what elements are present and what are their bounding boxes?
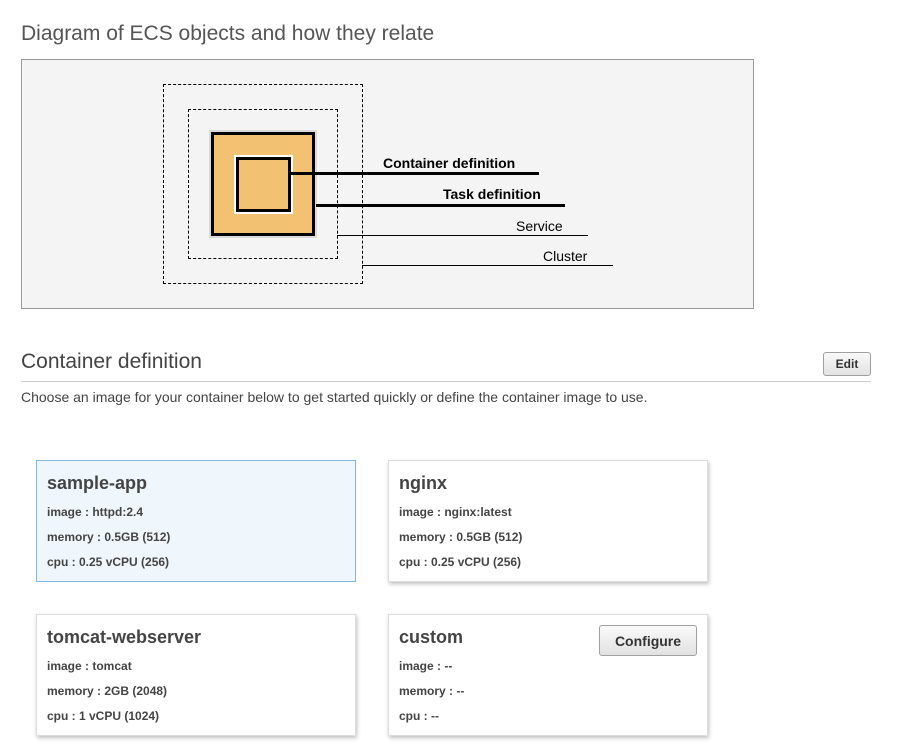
card-image: image : -- [399, 659, 453, 673]
card-title: sample-app [47, 473, 148, 493]
card-cpu: cpu : 0.25 vCPU (256) [399, 555, 522, 569]
section-heading: Container definition [21, 350, 202, 373]
container-definition-box [236, 157, 291, 212]
card-title: tomcat-webserver [47, 627, 202, 647]
card-nginx[interactable]: nginx image : nginx:latest memory : 0.5G… [388, 460, 708, 582]
card-image: image : tomcat [47, 659, 132, 673]
card-tomcat-webserver[interactable]: tomcat-webserver image : tomcat memory :… [36, 614, 356, 736]
container-definition-label: Container definition [383, 155, 516, 171]
card-custom[interactable]: custom Configure image : -- memory : -- … [388, 614, 708, 736]
cluster-line [362, 265, 613, 266]
ecs-diagram: Container definition Task definition Ser… [21, 59, 754, 309]
service-line [337, 235, 588, 236]
service-label: Service [516, 218, 563, 234]
card-image: image : nginx:latest [399, 505, 512, 519]
card-title: custom [399, 627, 464, 647]
diagram-heading: Diagram of ECS objects and how they rela… [21, 22, 435, 45]
card-memory: memory : 0.5GB (512) [47, 530, 171, 544]
task-definition-label: Task definition [443, 186, 541, 202]
card-memory: memory : 0.5GB (512) [399, 530, 523, 544]
card-cpu: cpu : 0.25 vCPU (256) [47, 555, 170, 569]
card-memory: memory : 2GB (2048) [47, 684, 168, 698]
card-cpu: cpu : 1 vCPU (1024) [47, 709, 160, 723]
section-description: Choose an image for your container below… [21, 389, 648, 405]
card-memory: memory : -- [399, 684, 465, 698]
container-definition-line [290, 172, 539, 175]
card-image: image : httpd:2.4 [47, 505, 144, 519]
task-definition-line [316, 204, 565, 207]
card-title: nginx [399, 473, 447, 493]
card-sample-app[interactable]: sample-app image : httpd:2.4 memory : 0.… [36, 460, 356, 582]
configure-button[interactable]: Configure [599, 625, 697, 656]
section-divider [21, 381, 871, 382]
edit-button[interactable]: Edit [823, 352, 871, 376]
cluster-label: Cluster [543, 248, 588, 264]
card-cpu: cpu : -- [399, 709, 439, 723]
